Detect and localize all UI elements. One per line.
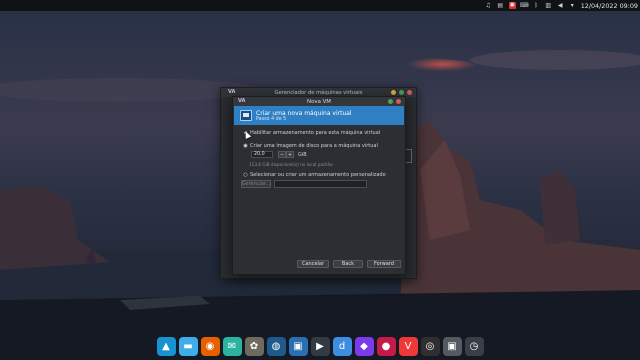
obs-icon[interactable]: ◎ [420, 337, 440, 356]
mail-icon[interactable]: ✉ [222, 337, 242, 356]
wizard-title: Criar uma nova máquina virtual [256, 109, 352, 117]
bluetooth-icon[interactable]: ᛒ [533, 2, 540, 9]
monitor-icon [240, 110, 252, 121]
notification-icon[interactable]: ♫ [485, 2, 492, 9]
vivaldi-icon[interactable]: V [398, 337, 418, 356]
cancel-button[interactable]: Cancelar [297, 260, 329, 268]
raspberry-icon[interactable]: ● [376, 337, 396, 356]
video-player-icon[interactable]: ▶ [310, 337, 330, 356]
virtual-machine-manager-icon[interactable]: ▣ [442, 337, 462, 356]
files-icon[interactable]: ▬ [178, 337, 198, 356]
maximize-button[interactable] [399, 90, 404, 95]
vm-manager-logo: VA [228, 89, 236, 95]
vpn-icon[interactable]: ▣ [508, 2, 516, 9]
available-space-hint: 113,6 GiB disponível(is) no local padrão [249, 162, 333, 167]
vm-list-field-edge [405, 149, 412, 163]
system-tray: ♫ ▤ ▣ ⌨ ᛒ ▥ ◀ ▾ 12/04/2022 09:09 [485, 2, 639, 10]
create-disk-row[interactable]: ◉ Criar uma imagem de disco para a máqui… [243, 143, 378, 149]
chevron-down-icon[interactable]: ▾ [569, 2, 576, 9]
dialog-close-button[interactable] [396, 99, 401, 104]
new-vm-dialog: VA Nova VM Criar uma nova máquina virtua… [232, 96, 406, 275]
dialog-logo: VA [238, 98, 246, 104]
clock-app-icon[interactable]: ◷ [464, 337, 484, 356]
decrease-size-button[interactable]: − [278, 151, 286, 158]
dialog-window-controls [388, 99, 401, 104]
top-panel: ♫ ▤ ▣ ⌨ ᛒ ▥ ◀ ▾ 12/04/2022 09:09 [0, 0, 640, 11]
create-disk-label: Criar uma imagem de disco para a máquina… [250, 143, 378, 149]
minimize-button[interactable] [391, 90, 396, 95]
gimp-icon[interactable]: ✿ [244, 337, 264, 356]
custom-storage-row[interactable]: ○ Selecionar ou criar um armazenamento p… [243, 172, 386, 178]
clock[interactable]: 12/04/2022 09:09 [581, 2, 638, 10]
enable-storage-label: Habilitar armazenamento para esta máquin… [250, 130, 381, 136]
d-app-icon[interactable]: d [332, 337, 352, 356]
window-controls [391, 90, 412, 95]
wizard-step: Passo 4 de 5 [256, 116, 287, 122]
monitor-icon[interactable]: ▣ [288, 337, 308, 356]
close-button[interactable] [407, 90, 412, 95]
dialog-title: Nova VM [307, 98, 331, 105]
vm-manager-title: Gerenciador de máquinas virtuais [274, 89, 363, 96]
audio-icon[interactable]: ◍ [266, 337, 286, 356]
arch-launcher-icon[interactable]: ▲ [156, 337, 176, 356]
forward-button[interactable]: Forward [367, 260, 401, 268]
disk-unit-label: GiB [298, 151, 307, 158]
dock: ▲ ▬ ◉ ✉ ✿ ◍ ▣ ▶ d ◆ ● V ◎ ▣ ◷ [155, 333, 485, 360]
disk-size-input[interactable]: 20,0 [251, 151, 273, 158]
custom-storage-label: Selecionar ou criar um armazenamento per… [250, 172, 386, 178]
disk-size-stepper: − + [278, 151, 294, 158]
keyboard-icon[interactable]: ⌨ [520, 2, 529, 9]
dialog-maximize-button[interactable] [388, 99, 393, 104]
wizard-banner: Criar uma nova máquina virtual Passo 4 d… [234, 106, 404, 125]
back-button[interactable]: Back [333, 260, 363, 268]
enable-storage-row[interactable]: ✔ Habilitar armazenamento para esta máqu… [243, 130, 380, 136]
volume-icon[interactable]: ◀ [557, 2, 564, 9]
dialog-titlebar[interactable]: VA Nova VM [233, 97, 405, 106]
disk-size-row: 20,0 − + GiB [251, 151, 307, 158]
storage-path-input[interactable] [274, 180, 367, 188]
network-icon[interactable]: ▥ [545, 2, 552, 9]
clipboard-icon[interactable]: ▤ [497, 2, 504, 9]
custom-storage-radio[interactable]: ○ [243, 172, 248, 178]
firefox-icon[interactable]: ◉ [200, 337, 220, 356]
manage-storage-button[interactable]: Gerenciar... [241, 180, 271, 188]
obsidian-icon[interactable]: ◆ [354, 337, 374, 356]
create-disk-radio[interactable]: ◉ [243, 143, 248, 149]
increase-size-button[interactable]: + [286, 151, 294, 158]
